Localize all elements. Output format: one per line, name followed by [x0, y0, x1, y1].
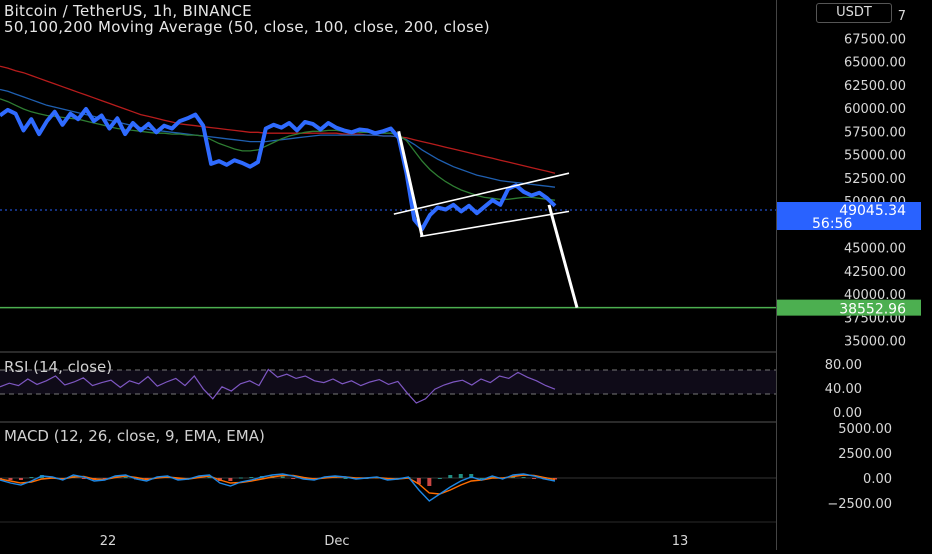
macd-histogram-bar — [291, 478, 296, 479]
macd-histogram-bar — [249, 477, 254, 478]
price-axis-tick: 60000.00 — [844, 102, 906, 117]
macd-histogram-bar — [427, 478, 432, 486]
rsi-pane[interactable] — [0, 368, 776, 404]
price-axis-tick: 55000.00 — [844, 149, 906, 164]
macd-histogram-bar — [228, 478, 233, 481]
price-pane[interactable] — [0, 65, 776, 309]
macd-histogram-bar — [448, 475, 453, 478]
macd-axis-tick: 5000.00 — [838, 422, 892, 437]
price-axis-tick: 57500.00 — [844, 125, 906, 140]
support-value: 38552.96 — [839, 302, 906, 318]
price-axis-tick: 45000.00 — [844, 242, 906, 257]
macd-histogram-bar — [29, 477, 34, 478]
ma100-line[interactable] — [0, 88, 556, 188]
rsi-axis-tick: 0.00 — [833, 406, 862, 421]
macd-pane[interactable] — [0, 473, 776, 502]
macd-histogram-bar — [521, 477, 526, 478]
rsi-legend[interactable]: RSI (14, close) — [4, 358, 112, 376]
macd-histogram-bar — [343, 478, 348, 479]
macd-histogram-bar — [532, 478, 537, 479]
ma200-line[interactable] — [0, 65, 556, 174]
chart-stage[interactable]: 35000.00 37500.00 40000.00 42500.00 45000.00… — [0, 0, 932, 550]
chart-canvas[interactable]: 35000.0037500.0040000.0042500.0045000.00… — [0, 0, 932, 550]
price-axis-tick: 67500.00 — [844, 32, 906, 47]
currency-button[interactable]: USDT — [816, 3, 892, 23]
price-axis-tick: 35000.00 — [844, 335, 906, 350]
macd-histogram-bar — [238, 477, 243, 479]
chart-frame — [0, 0, 777, 550]
rsi-band — [0, 370, 776, 394]
price-axis-tick: 42500.00 — [844, 265, 906, 280]
macd-histogram-bar — [458, 474, 463, 478]
candle-countdown: 56:56 — [812, 216, 852, 232]
macd-histogram-bar — [123, 477, 128, 478]
price-line[interactable] — [0, 107, 557, 231]
macd-axis-tick: −2500.00 — [827, 497, 892, 512]
macd-histogram-bar — [8, 478, 13, 480]
projection-line[interactable] — [547, 204, 579, 309]
flag-lower-line[interactable] — [419, 210, 570, 238]
macd-histogram-bar — [280, 476, 285, 478]
price-axis-tick: 52500.00 — [844, 172, 906, 187]
macd-legend[interactable]: MACD (12, 26, close, 9, EMA, EMA) — [4, 427, 265, 445]
price-axis-tick: 62500.00 — [844, 79, 906, 94]
macd-axis-tick: 0.00 — [863, 472, 892, 487]
price-axis-tick: 7 — [898, 9, 906, 24]
rsi-axis-tick: 40.00 — [825, 382, 862, 397]
price-axis-tick: 65000.00 — [844, 56, 906, 71]
time-axis-tick: 22 — [100, 534, 117, 549]
macd-histogram-bar — [18, 478, 23, 480]
time-axis-tick: Dec — [324, 534, 349, 549]
macd-axis-tick: 2500.00 — [838, 447, 892, 462]
macd-histogram-bar — [437, 478, 442, 479]
axis-labels: 35000.0037500.0040000.0042500.0045000.00… — [100, 9, 921, 549]
time-axis-tick: 13 — [672, 534, 689, 549]
rsi-axis-tick: 80.00 — [825, 358, 862, 373]
moving-average-legend[interactable]: 50,100,200 Moving Average (50, close, 10… — [4, 18, 774, 36]
